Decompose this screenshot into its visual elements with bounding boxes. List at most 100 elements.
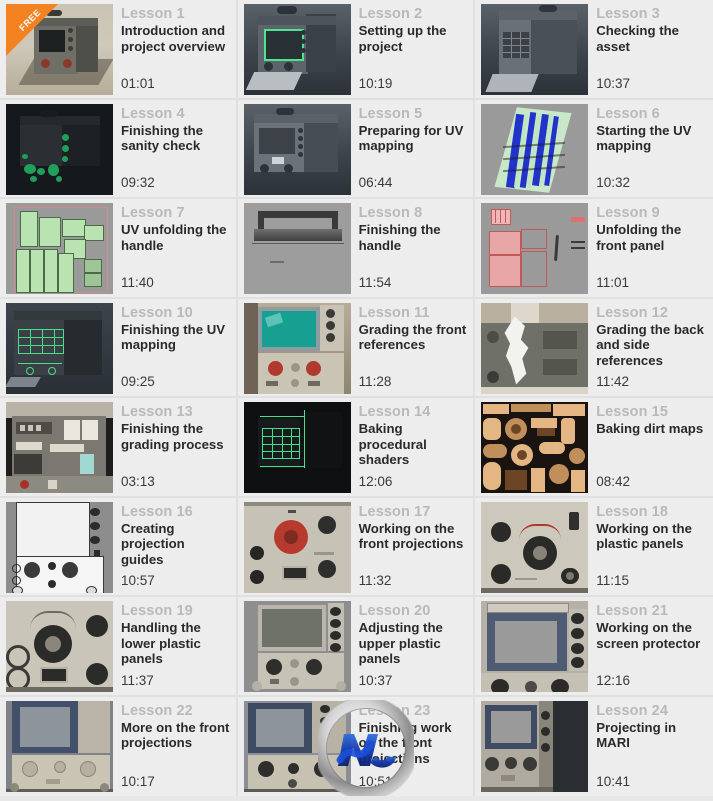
lesson-thumbnail[interactable]: [6, 103, 113, 195]
lesson-thumbnail[interactable]: [243, 700, 351, 792]
lesson-thumbnail[interactable]: [481, 700, 589, 792]
lesson-duration: 10:57: [121, 573, 155, 588]
lesson-title[interactable]: Finishing the grading process: [121, 421, 230, 452]
lesson-number: Lesson 24: [596, 702, 669, 719]
lesson-title[interactable]: Baking procedural shaders: [359, 421, 468, 468]
lesson-card[interactable]: Lesson 18 Working on the plastic panels 11…: [475, 497, 713, 597]
lesson-thumbnail[interactable]: [243, 302, 351, 394]
lesson-thumbnail[interactable]: [243, 501, 351, 593]
lesson-card[interactable]: Lesson 3 Checking the asset 10:37: [475, 0, 713, 100]
lesson-title[interactable]: UV unfolding the handle: [121, 222, 230, 253]
lesson-card[interactable]: Lesson 8 Finishing the handle 11:54: [237, 199, 476, 299]
lesson-number: Lesson 10: [121, 304, 193, 321]
lesson-card[interactable]: Lesson 19 Handling the lower plastic pane…: [0, 597, 238, 697]
lesson-thumbnail[interactable]: [6, 402, 113, 493]
lesson-card[interactable]: Lesson 7 UV unfolding the handle 11:40: [0, 199, 238, 299]
lesson-duration: 11:42: [596, 374, 629, 389]
lesson-thumbnail[interactable]: [6, 601, 113, 692]
lesson-card[interactable]: Lesson 6 Starting the UV mapping 10:32: [475, 99, 713, 199]
lesson-info: Lesson 6 Starting the UV mapping 10:32: [588, 100, 713, 198]
lesson-info: Lesson 22 More on the front projections 10…: [113, 697, 236, 797]
lesson-info: Lesson 8 Finishing the handle 11:54: [351, 199, 474, 297]
lesson-duration: 06:44: [358, 175, 393, 190]
lesson-card[interactable]: Lesson 10 Finishing the UV mapping 09:25: [0, 298, 238, 398]
lesson-duration: 09:32: [121, 175, 155, 190]
lesson-card[interactable]: Lesson 20 Adjusting the upper plastic pan…: [237, 597, 476, 697]
lesson-thumbnail[interactable]: [243, 203, 351, 294]
lesson-thumbnail[interactable]: [481, 103, 589, 195]
lesson-thumbnail[interactable]: [6, 302, 113, 394]
lesson-title[interactable]: Finishing the handle: [359, 222, 468, 253]
lesson-duration: 10:17: [121, 774, 155, 789]
lesson-title[interactable]: Projecting in MARI: [596, 720, 707, 751]
lesson-duration: 10:19: [358, 75, 393, 91]
lesson-title[interactable]: Introduction and project overview: [121, 23, 230, 54]
lesson-info: Lesson 20 Adjusting the upper plastic pan…: [351, 597, 474, 695]
lesson-thumbnail[interactable]: [481, 501, 589, 593]
lesson-card[interactable]: Lesson 13 Finishing the grading process 03…: [0, 398, 238, 498]
lesson-card[interactable]: Lesson 4 Finishing the sanity check 09:32: [0, 99, 238, 199]
lesson-title[interactable]: More on the front projections: [121, 720, 230, 751]
lesson-thumbnail[interactable]: [6, 203, 113, 294]
lesson-duration: 10:37: [358, 672, 393, 688]
lesson-info: Lesson 1 Introduction and project overvie…: [113, 0, 236, 98]
lesson-title[interactable]: Working on the plastic panels: [596, 521, 707, 552]
lesson-thumbnail[interactable]: [481, 302, 589, 394]
lesson-card[interactable]: Lesson 17 Working on the front projection…: [237, 497, 476, 597]
lesson-title[interactable]: Finishing the sanity check: [121, 123, 230, 154]
lesson-thumbnail[interactable]: [243, 601, 351, 692]
lesson-card[interactable]: Lesson 23 Finishing work on the front pro…: [237, 696, 476, 796]
lesson-duration: 11:40: [121, 274, 154, 290]
lesson-title[interactable]: Grading the back and side references: [596, 322, 707, 369]
lesson-card[interactable]: Lesson 2 Setting up the project 10:19: [237, 0, 476, 100]
lesson-card[interactable]: Lesson 5 Preparing for UV mapping 06:44: [237, 99, 476, 199]
lesson-title[interactable]: Preparing for UV mapping: [359, 123, 468, 154]
lesson-title[interactable]: Starting the UV mapping: [596, 123, 707, 154]
lesson-title[interactable]: Checking the asset: [596, 23, 707, 54]
lesson-thumbnail[interactable]: [243, 402, 351, 493]
lesson-thumbnail[interactable]: [6, 501, 113, 593]
lesson-number: Lesson 15: [596, 404, 669, 420]
lesson-thumbnail[interactable]: FREE: [6, 4, 113, 95]
lesson-title[interactable]: Finishing work on the front projections: [359, 720, 468, 767]
lesson-title[interactable]: Setting up the project: [359, 23, 468, 54]
lesson-duration: 10:41: [596, 774, 630, 789]
lesson-title[interactable]: Finishing the UV mapping: [121, 322, 230, 353]
lesson-number: Lesson 6: [596, 105, 660, 122]
lesson-duration: 10:37: [596, 75, 630, 91]
lesson-info: Lesson 2 Setting up the project 10:19: [351, 0, 474, 98]
lesson-thumbnail[interactable]: [481, 601, 589, 692]
lesson-info: Lesson 13 Finishing the grading process 03…: [113, 398, 236, 496]
lesson-card[interactable]: Lesson 14 Baking procedural shaders 12:06: [237, 398, 476, 498]
lesson-title[interactable]: Handling the lower plastic panels: [121, 620, 230, 667]
lesson-thumbnail[interactable]: [243, 4, 351, 95]
lesson-card[interactable]: Lesson 22 More on the front projections 10…: [0, 696, 238, 797]
lesson-title[interactable]: Working on the screen protector: [596, 620, 707, 651]
lesson-thumbnail[interactable]: [243, 103, 351, 195]
lesson-card[interactable]: Lesson 12 Grading the back and side refer…: [475, 298, 713, 398]
lesson-card[interactable]: Lesson 15 Baking dirt maps 08:42: [475, 398, 713, 498]
lesson-title[interactable]: Working on the front projections: [359, 521, 468, 552]
lesson-title[interactable]: Baking dirt maps: [596, 421, 707, 437]
lesson-title[interactable]: Grading the front references: [359, 322, 468, 353]
lesson-info: Lesson 11 Grading the front references 11:…: [351, 299, 474, 397]
lesson-number: Lesson 22: [121, 702, 193, 719]
lesson-info: Lesson 7 UV unfolding the handle 11:40: [113, 199, 236, 297]
lesson-title[interactable]: Unfolding the front panel: [596, 222, 707, 253]
lesson-card[interactable]: Lesson 21 Working on the screen protector…: [475, 597, 713, 697]
lesson-card[interactable]: FREE Lesson 1 Introduction and project ove…: [0, 0, 238, 100]
lesson-duration: 08:42: [596, 473, 630, 489]
lesson-thumbnail[interactable]: [481, 4, 589, 95]
lesson-card[interactable]: Lesson 16 Creating projection guides 10:57: [0, 497, 238, 597]
lesson-card[interactable]: Lesson 24 Projecting in MARI 10:41: [475, 696, 713, 796]
lesson-card[interactable]: Lesson 9 Unfolding the front panel 11:01: [475, 199, 713, 299]
lesson-title[interactable]: Adjusting the upper plastic panels: [359, 620, 468, 667]
lesson-number: Lesson 3: [596, 6, 660, 22]
lesson-title[interactable]: Creating projection guides: [121, 521, 230, 568]
lesson-thumbnail[interactable]: [6, 700, 113, 792]
lesson-card[interactable]: Lesson 11 Grading the front references 11:…: [237, 298, 476, 398]
lesson-number: Lesson 9: [596, 205, 660, 221]
lesson-info: Lesson 9 Unfolding the front panel 11:01: [588, 199, 713, 297]
lesson-thumbnail[interactable]: [481, 203, 589, 294]
lesson-thumbnail[interactable]: [481, 402, 589, 493]
